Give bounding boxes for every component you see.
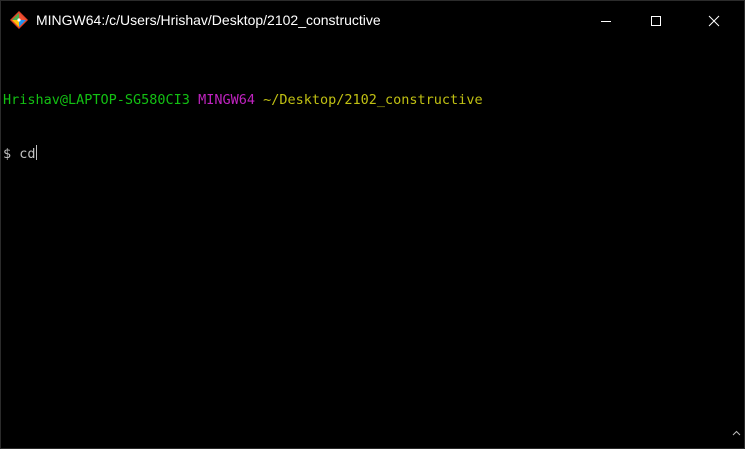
window-title: MINGW64:/c/Users/Hrishav/Desktop/2102_co… (36, 12, 381, 28)
maximize-button[interactable] (633, 1, 679, 40)
input-line[interactable]: $ cd (3, 145, 731, 163)
minimize-button[interactable] (583, 1, 629, 40)
prompt-symbol: $ (3, 146, 12, 162)
close-button[interactable] (691, 1, 737, 40)
text-cursor (35, 145, 37, 160)
vertical-scrollbar[interactable] (731, 40, 743, 448)
prompt-line: Hrishav@LAPTOP-SG580CI3 MINGW64 ~/Deskto… (3, 91, 731, 109)
minimize-icon (601, 20, 611, 22)
terminal-output[interactable]: Hrishav@LAPTOP-SG580CI3 MINGW64 ~/Deskto… (1, 55, 731, 448)
prompt-system: MINGW64 (198, 92, 255, 108)
title-bar[interactable]: MINGW64:/c/Users/Hrishav/Desktop/2102_co… (1, 1, 744, 40)
close-icon (708, 15, 720, 26)
maximize-icon (651, 15, 661, 26)
prompt-path: ~/Desktop/2102_constructive (263, 92, 483, 108)
git-bash-icon (10, 11, 28, 29)
prompt-user: Hrishav@LAPTOP-SG580CI3 (3, 92, 190, 108)
command-input[interactable]: cd (19, 146, 35, 162)
scroll-up-arrow-icon[interactable] (732, 429, 741, 438)
terminal-window: MINGW64:/c/Users/Hrishav/Desktop/2102_co… (0, 0, 745, 449)
